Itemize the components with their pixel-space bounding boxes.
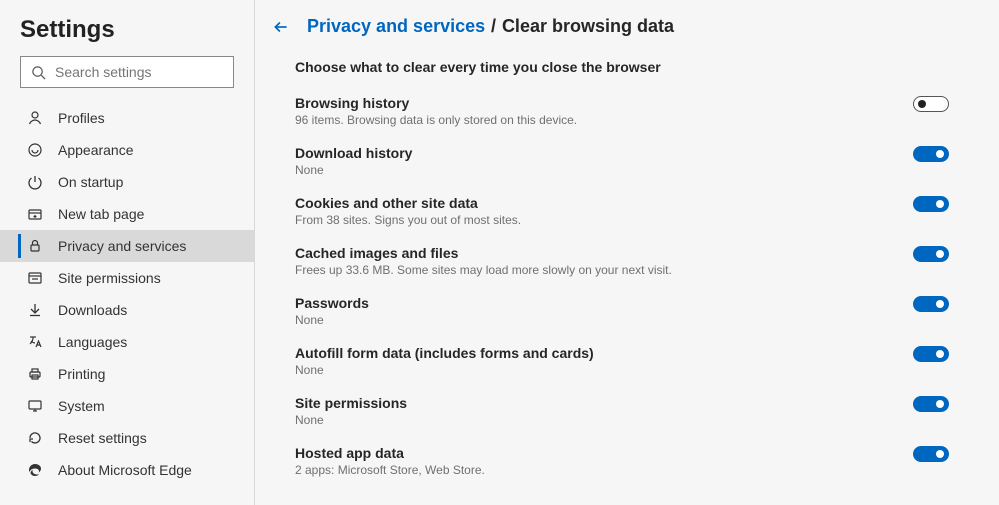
option-desc: 2 apps: Microsoft Store, Web Store. <box>295 463 893 477</box>
permissions-icon <box>26 269 44 287</box>
option-desc: 96 items. Browsing data is only stored o… <box>295 113 893 127</box>
section-heading: Choose what to clear every time you clos… <box>295 59 949 75</box>
sidebar-item-label: About Microsoft Edge <box>58 462 192 478</box>
toggle-site-permissions[interactable] <box>913 396 949 412</box>
breadcrumb-text: Privacy and services / Clear browsing da… <box>307 16 674 37</box>
sidebar-item-label: On startup <box>58 174 123 190</box>
language-icon <box>26 333 44 351</box>
printer-icon <box>26 365 44 383</box>
toggle-cached[interactable] <box>913 246 949 262</box>
sidebar-item-label: Profiles <box>58 110 105 126</box>
option-autofill: Autofill form data (includes forms and c… <box>295 345 949 377</box>
sidebar-item-reset[interactable]: Reset settings <box>0 422 254 454</box>
sidebar-item-privacy[interactable]: Privacy and services <box>0 230 254 262</box>
settings-sidebar: Settings Profiles Appearance On startup … <box>0 0 255 505</box>
sidebar-item-label: Site permissions <box>58 270 161 286</box>
new-tab-icon <box>26 205 44 223</box>
option-browsing-history: Browsing history 96 items. Browsing data… <box>295 95 949 127</box>
option-passwords: Passwords None <box>295 295 949 327</box>
option-cached: Cached images and files Frees up 33.6 MB… <box>295 245 949 277</box>
search-wrap <box>0 54 254 98</box>
appearance-icon <box>26 141 44 159</box>
edge-icon <box>26 461 44 479</box>
page-title: Settings <box>0 16 254 54</box>
toggle-browsing-history[interactable] <box>913 96 949 112</box>
option-desc: None <box>295 163 893 177</box>
sidebar-item-label: Printing <box>58 366 105 382</box>
toggle-hosted-app-data[interactable] <box>913 446 949 462</box>
toggle-autofill[interactable] <box>913 346 949 362</box>
option-title: Site permissions <box>295 395 893 411</box>
lock-icon <box>26 237 44 255</box>
sidebar-item-label: Appearance <box>58 142 134 158</box>
sidebar-item-printing[interactable]: Printing <box>0 358 254 390</box>
sidebar-item-about[interactable]: About Microsoft Edge <box>0 454 254 486</box>
option-title: Passwords <box>295 295 893 311</box>
profile-icon <box>26 109 44 127</box>
sidebar-item-label: System <box>58 398 105 414</box>
sidebar-item-label: Downloads <box>58 302 127 318</box>
breadcrumb-parent-link[interactable]: Privacy and services <box>307 16 485 36</box>
main-content: Privacy and services / Clear browsing da… <box>255 0 999 505</box>
toggle-passwords[interactable] <box>913 296 949 312</box>
sidebar-item-languages[interactable]: Languages <box>0 326 254 358</box>
option-desc: None <box>295 413 893 427</box>
clear-data-options: Browsing history 96 items. Browsing data… <box>295 95 949 477</box>
sidebar-item-system[interactable]: System <box>0 390 254 422</box>
breadcrumb: Privacy and services / Clear browsing da… <box>271 16 949 37</box>
search-box[interactable] <box>20 56 234 88</box>
power-icon <box>26 173 44 191</box>
search-icon <box>29 63 47 81</box>
option-download-history: Download history None <box>295 145 949 177</box>
reset-icon <box>26 429 44 447</box>
sidebar-item-site-permissions[interactable]: Site permissions <box>0 262 254 294</box>
sidebar-item-appearance[interactable]: Appearance <box>0 134 254 166</box>
settings-nav: Profiles Appearance On startup New tab p… <box>0 98 254 486</box>
toggle-download-history[interactable] <box>913 146 949 162</box>
sidebar-item-profiles[interactable]: Profiles <box>0 102 254 134</box>
option-title: Download history <box>295 145 893 161</box>
option-desc: From 38 sites. Signs you out of most sit… <box>295 213 893 227</box>
sidebar-item-label: Reset settings <box>58 430 147 446</box>
option-cookies: Cookies and other site data From 38 site… <box>295 195 949 227</box>
breadcrumb-current: Clear browsing data <box>502 16 674 36</box>
sidebar-item-label: New tab page <box>58 206 144 222</box>
option-title: Cached images and files <box>295 245 893 261</box>
toggle-cookies[interactable] <box>913 196 949 212</box>
option-title: Hosted app data <box>295 445 893 461</box>
sidebar-item-on-startup[interactable]: On startup <box>0 166 254 198</box>
option-desc: Frees up 33.6 MB. Some sites may load mo… <box>295 263 893 277</box>
search-input[interactable] <box>55 64 236 80</box>
option-desc: None <box>295 313 893 327</box>
option-desc: None <box>295 363 893 377</box>
option-title: Cookies and other site data <box>295 195 893 211</box>
option-title: Autofill form data (includes forms and c… <box>295 345 893 361</box>
system-icon <box>26 397 44 415</box>
back-button[interactable] <box>271 17 291 37</box>
sidebar-item-label: Privacy and services <box>58 238 186 254</box>
option-title: Browsing history <box>295 95 893 111</box>
option-site-permissions: Site permissions None <box>295 395 949 427</box>
sidebar-item-downloads[interactable]: Downloads <box>0 294 254 326</box>
download-icon <box>26 301 44 319</box>
breadcrumb-separator: / <box>491 16 496 36</box>
sidebar-item-label: Languages <box>58 334 127 350</box>
option-hosted-app-data: Hosted app data 2 apps: Microsoft Store,… <box>295 445 949 477</box>
sidebar-item-new-tab[interactable]: New tab page <box>0 198 254 230</box>
